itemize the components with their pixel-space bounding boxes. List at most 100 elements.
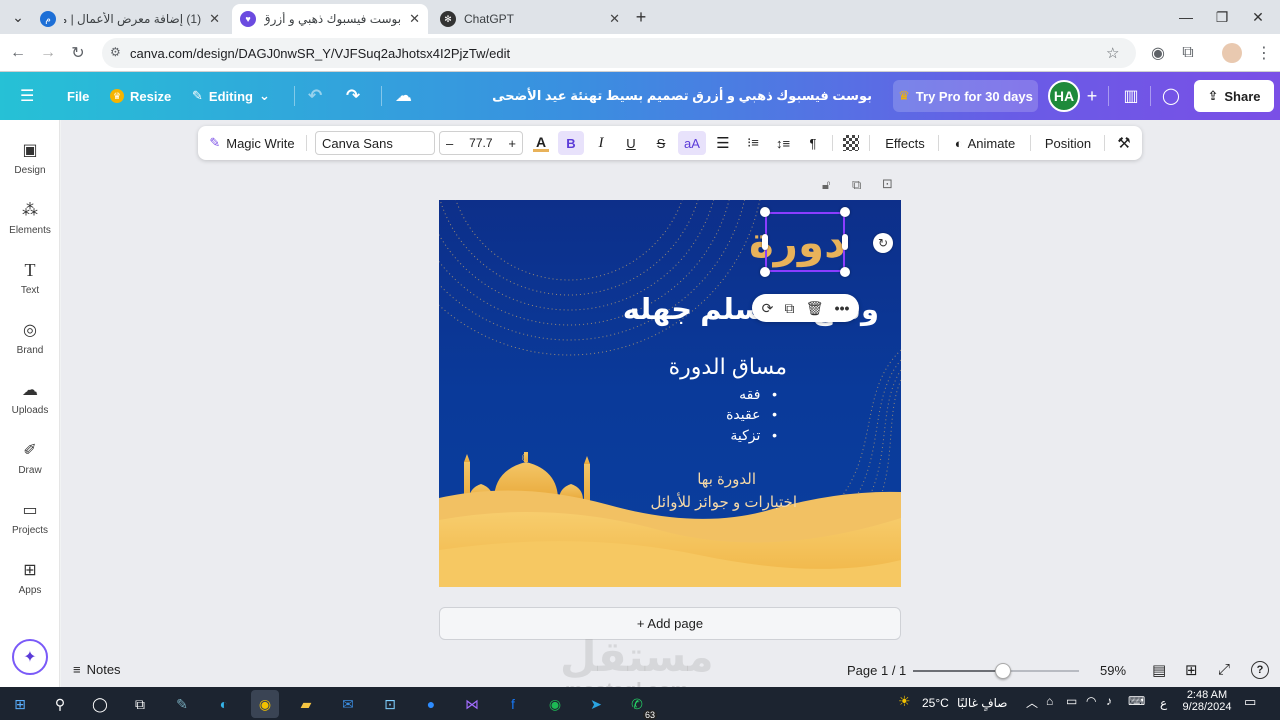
note-line-1[interactable]: الدورة بها (697, 470, 756, 488)
transparency-button[interactable] (839, 131, 863, 155)
bullet-item[interactable]: • تزكية (730, 427, 777, 444)
weather-temp[interactable]: 25°C (922, 696, 949, 710)
bullet-item[interactable]: • فقه (739, 386, 777, 403)
italic-button[interactable]: I (588, 131, 614, 155)
selection-box[interactable] (765, 212, 845, 272)
sidebar-item-elements[interactable]: ⁂ Elements (0, 200, 60, 256)
spotify-icon[interactable]: ◉ (541, 690, 569, 718)
battery-icon[interactable]: ▭ (1066, 694, 1077, 708)
duplicate-page-icon[interactable]: ⧉ (852, 177, 861, 193)
zoom-slider-track[interactable] (913, 663, 1079, 679)
minimize-button[interactable]: — (1174, 6, 1198, 28)
network-icon[interactable]: ⌂ (1046, 694, 1053, 708)
resize-button[interactable]: ♛ Resize (110, 84, 171, 108)
note-line-2[interactable]: اختبارات و جوائز للأوائل (651, 493, 797, 511)
close-icon[interactable]: ✕ (609, 11, 620, 27)
text-color-button[interactable]: A (529, 131, 553, 155)
animate-button[interactable]: ◐ Animate (946, 131, 1024, 155)
browser-tab[interactable]: م (1) إضافة معرض الأعمال | مستقل ✕ (32, 4, 228, 34)
insights-button[interactable]: ▥ (1115, 80, 1147, 112)
comment-add-icon[interactable]: ⟳ (762, 300, 774, 317)
font-family-select[interactable]: Canva Sans (315, 131, 435, 155)
new-tab-button[interactable]: + (629, 6, 653, 28)
cortana-icon[interactable]: ◯ (86, 690, 114, 718)
text-direction-button[interactable]: ¶ (800, 131, 826, 155)
hamburger-menu-icon[interactable]: ☰ (20, 84, 34, 108)
notes-button[interactable]: ≡ Notes (73, 662, 121, 677)
position-button[interactable]: Position (1038, 131, 1098, 155)
magic-assistant-button[interactable]: ✦ (12, 639, 48, 675)
editing-mode-button[interactable]: ✎ Editing ⌄ (192, 84, 270, 108)
trash-icon[interactable]: 🗑︎ (806, 300, 824, 317)
resize-handle[interactable] (840, 267, 850, 277)
bullet-item[interactable]: • عقيدة (726, 406, 777, 423)
font-size-value[interactable]: 77.7 (469, 136, 492, 150)
share-button[interactable]: ⇪ Share (1194, 80, 1274, 112)
add-page-icon[interactable]: ⊡ (882, 176, 893, 192)
duplicate-icon[interactable]: ⧉ (785, 300, 795, 317)
sidebar-item-apps[interactable]: ⊞ Apps (0, 560, 60, 616)
sidebar-item-design[interactable]: ▣ Design (0, 140, 60, 196)
help-icon[interactable]: ? (1251, 661, 1269, 679)
chrome-icon[interactable]: ◉ (251, 690, 279, 718)
search-icon[interactable]: ⚲ (46, 690, 74, 718)
fullscreen-icon[interactable]: ⤢ (1218, 661, 1230, 678)
task-view-icon[interactable]: ⧉ (126, 690, 154, 718)
browser-tab-active[interactable]: ♥ بوست فيسبوك ذهبي و أزرق تصـ ✕ (232, 4, 428, 34)
sidebar-item-text[interactable]: T Text (0, 260, 60, 316)
try-pro-button[interactable]: ♛ Try Pro for 30 days (893, 80, 1038, 112)
font-size-decrease[interactable]: – (446, 136, 453, 151)
underline-button[interactable]: U (618, 131, 644, 155)
facebook-icon[interactable]: f (499, 690, 527, 718)
volume-icon[interactable]: ♪ (1106, 694, 1112, 708)
whatsapp-icon[interactable]: ✆ 63 (623, 690, 657, 720)
telegram-icon[interactable]: ➤ (582, 690, 610, 718)
file-explorer-icon[interactable]: ▰ (292, 690, 320, 718)
close-window-button[interactable]: ✕ (1246, 6, 1270, 28)
profile-avatar[interactable] (1222, 43, 1242, 63)
clock[interactable]: 2:48 AM 9/28/2024 (1182, 689, 1232, 713)
resize-handle[interactable] (760, 207, 770, 217)
course-heading[interactable]: مساق الدورة (669, 354, 787, 380)
notifications-icon[interactable]: ▭ (1244, 694, 1256, 710)
effects-button[interactable]: Effects (878, 131, 932, 155)
store-icon[interactable]: ⊡ (376, 690, 404, 718)
list-button[interactable]: ⁝≡ (740, 131, 766, 155)
copy-style-button[interactable]: ⚒ (1112, 131, 1136, 155)
redo-button[interactable]: ↷ (346, 84, 360, 108)
pen-app-icon[interactable]: ✎ (168, 690, 196, 718)
undo-button[interactable]: ↶ (308, 84, 322, 108)
reload-button[interactable]: ↻ (66, 41, 90, 65)
site-info-icon[interactable]: ⚙ (110, 45, 121, 59)
side-handle[interactable] (842, 234, 848, 250)
sidebar-item-projects[interactable]: ▭ Projects (0, 500, 60, 556)
back-button[interactable]: ← (6, 41, 30, 65)
more-dots-icon[interactable]: ••• (835, 300, 850, 316)
sidebar-item-draw[interactable]: ✐ Draw (0, 440, 60, 496)
chevron-up-icon[interactable]: ︿ (1026, 694, 1038, 711)
maximize-button[interactable]: ❐ (1210, 6, 1234, 28)
align-button[interactable]: ☰ (710, 131, 736, 155)
add-collaborator-button[interactable]: + (1076, 80, 1108, 112)
font-size-stepper[interactable]: – 77.7 + (439, 131, 523, 155)
grid-view-icon[interactable]: ⊞ (1185, 661, 1198, 679)
zoom-value[interactable]: 59% (1100, 663, 1126, 678)
page-indicator[interactable]: Page 1 / 1 (847, 663, 906, 678)
close-icon[interactable]: ✕ (209, 11, 220, 27)
outlook-icon[interactable]: ✉ (334, 690, 362, 718)
wifi-icon[interactable]: ◠ (1086, 694, 1096, 708)
input-language[interactable]: ع (1160, 696, 1167, 710)
edge-icon[interactable]: ◐ (210, 690, 238, 718)
sidebar-item-uploads[interactable]: ☁ Uploads (0, 380, 60, 436)
menu-dots-icon[interactable]: ⋮ (1252, 41, 1276, 65)
font-size-increase[interactable]: + (508, 136, 516, 151)
lock-page-icon[interactable]: 🔓︎ (822, 177, 830, 193)
browser-tab[interactable]: ✻ ChatGPT ✕ (432, 4, 628, 34)
tab-search-button[interactable]: ⌄ (6, 6, 30, 28)
strikethrough-button[interactable]: S (648, 131, 674, 155)
cloud-save-icon[interactable]: ☁ (395, 84, 412, 108)
keyboard-icon[interactable]: ⌨ (1128, 694, 1145, 708)
extension-icon[interactable]: ◉ (1146, 41, 1170, 65)
sidebar-item-brand[interactable]: ◎ Brand (0, 320, 60, 376)
star-icon[interactable]: ☆ (1106, 44, 1119, 62)
